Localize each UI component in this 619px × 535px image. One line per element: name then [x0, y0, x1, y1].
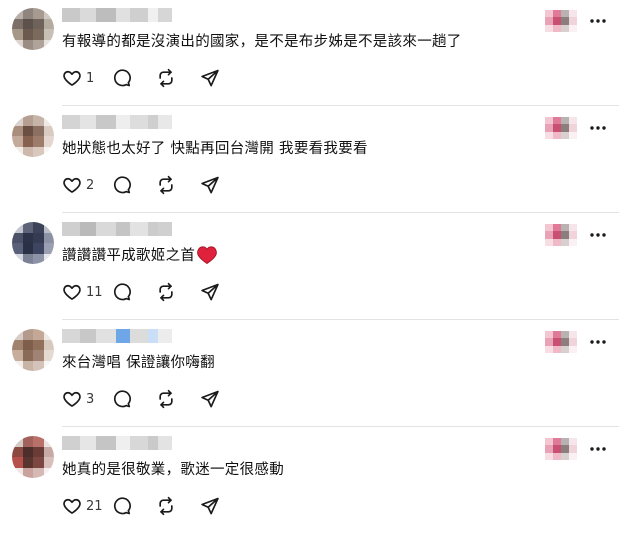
more-options-button[interactable] [587, 10, 609, 32]
reply-button[interactable] [112, 68, 156, 88]
action-bar: 21 [62, 494, 244, 518]
share-button[interactable] [200, 175, 244, 195]
like-count: 21 [86, 498, 103, 514]
share-button[interactable] [200, 496, 244, 516]
action-bar: 1 [62, 66, 244, 90]
pixelated-thumbnail [545, 224, 577, 246]
avatar[interactable] [12, 222, 54, 264]
reply-button[interactable] [112, 175, 156, 195]
divider [62, 426, 619, 427]
action-bar: 3 [62, 387, 244, 411]
repost-button[interactable] [156, 282, 200, 302]
username-blurred[interactable] [62, 115, 182, 133]
reply-button[interactable] [112, 282, 156, 302]
heart-icon [62, 68, 82, 88]
comment-item: 她真的是很敬業，歌迷一定很感動 21 [0, 428, 619, 535]
username-blurred[interactable] [62, 329, 182, 347]
share-button[interactable] [200, 68, 244, 88]
avatar[interactable] [12, 8, 54, 50]
action-bar: 11 [62, 280, 244, 304]
like-button[interactable]: 11 [62, 282, 112, 302]
like-button[interactable]: 3 [62, 389, 112, 409]
divider [62, 319, 619, 320]
heart-icon [62, 389, 82, 409]
repost-arrows-icon [156, 175, 176, 195]
more-options-button[interactable] [587, 224, 609, 246]
comment-text-content: 她狀態也太好了 快點再回台灣開 我要看我要看 [62, 141, 368, 157]
repost-button[interactable] [156, 389, 200, 409]
paper-plane-icon [200, 496, 220, 516]
more-options-button[interactable] [587, 117, 609, 139]
comment-text: 她真的是很敬業，歌迷一定很感動 [62, 458, 284, 479]
like-count: 11 [86, 284, 103, 300]
ellipsis-icon [589, 339, 607, 345]
comment-item: 讚讚讚平成歌姬之首 11 [0, 214, 619, 321]
share-button[interactable] [200, 389, 244, 409]
comment-text-content: 讚讚讚平成歌姬之首 [62, 248, 196, 264]
like-button[interactable]: 2 [62, 175, 112, 195]
comment-item: 來台灣唱 保證讓你嗨翻 3 [0, 321, 619, 428]
like-count: 2 [86, 177, 95, 193]
avatar[interactable] [12, 329, 54, 371]
action-bar: 2 [62, 173, 244, 197]
repost-button[interactable] [156, 68, 200, 88]
ellipsis-icon [589, 125, 607, 131]
username-blurred[interactable] [62, 222, 182, 240]
speech-bubble-icon [112, 175, 132, 195]
comment-item: 她狀態也太好了 快點再回台灣開 我要看我要看 2 [0, 107, 619, 214]
pixelated-thumbnail [545, 438, 577, 460]
divider [62, 212, 619, 213]
repost-arrows-icon [156, 68, 176, 88]
like-button[interactable]: 1 [62, 68, 112, 88]
pixelated-thumbnail [545, 10, 577, 32]
heart-icon [62, 496, 82, 516]
more-options-button[interactable] [587, 438, 609, 460]
comment-text-content: 有報導的都是沒演出的國家，是不是布步姊是不是該來一趟了 [62, 34, 462, 50]
speech-bubble-icon [112, 496, 132, 516]
repost-button[interactable] [156, 175, 200, 195]
pixelated-thumbnail [545, 117, 577, 139]
comment-text: 有報導的都是沒演出的國家，是不是布步姊是不是該來一趟了 [62, 30, 462, 51]
repost-arrows-icon [156, 389, 176, 409]
reply-button[interactable] [112, 389, 156, 409]
paper-plane-icon [200, 389, 220, 409]
repost-button[interactable] [156, 496, 200, 516]
comment-text-content: 她真的是很敬業，歌迷一定很感動 [62, 462, 284, 478]
avatar[interactable] [12, 115, 54, 157]
paper-plane-icon [200, 68, 220, 88]
like-button[interactable]: 21 [62, 496, 112, 516]
heart-icon [62, 175, 82, 195]
red-heart-emoji-icon [197, 245, 217, 264]
comment-item: 有報導的都是沒演出的國家，是不是布步姊是不是該來一趟了 1 [0, 0, 619, 107]
ellipsis-icon [589, 232, 607, 238]
speech-bubble-icon [112, 282, 132, 302]
comment-text-content: 來台灣唱 保證讓你嗨翻 [62, 355, 215, 371]
heart-icon [62, 282, 82, 302]
like-count: 3 [86, 391, 95, 407]
comment-text: 她狀態也太好了 快點再回台灣開 我要看我要看 [62, 137, 368, 158]
divider [62, 105, 619, 106]
paper-plane-icon [200, 175, 220, 195]
paper-plane-icon [200, 282, 220, 302]
speech-bubble-icon [112, 68, 132, 88]
share-button[interactable] [200, 282, 244, 302]
ellipsis-icon [589, 18, 607, 24]
repost-arrows-icon [156, 282, 176, 302]
speech-bubble-icon [112, 389, 132, 409]
comment-text: 讚讚讚平成歌姬之首 [62, 244, 217, 265]
more-options-button[interactable] [587, 331, 609, 353]
reply-button[interactable] [112, 496, 156, 516]
comment-text: 來台灣唱 保證讓你嗨翻 [62, 351, 215, 372]
username-blurred[interactable] [62, 436, 182, 454]
like-count: 1 [86, 70, 95, 86]
username-blurred[interactable] [62, 8, 182, 26]
repost-arrows-icon [156, 496, 176, 516]
avatar[interactable] [12, 436, 54, 478]
pixelated-thumbnail [545, 331, 577, 353]
ellipsis-icon [589, 446, 607, 452]
